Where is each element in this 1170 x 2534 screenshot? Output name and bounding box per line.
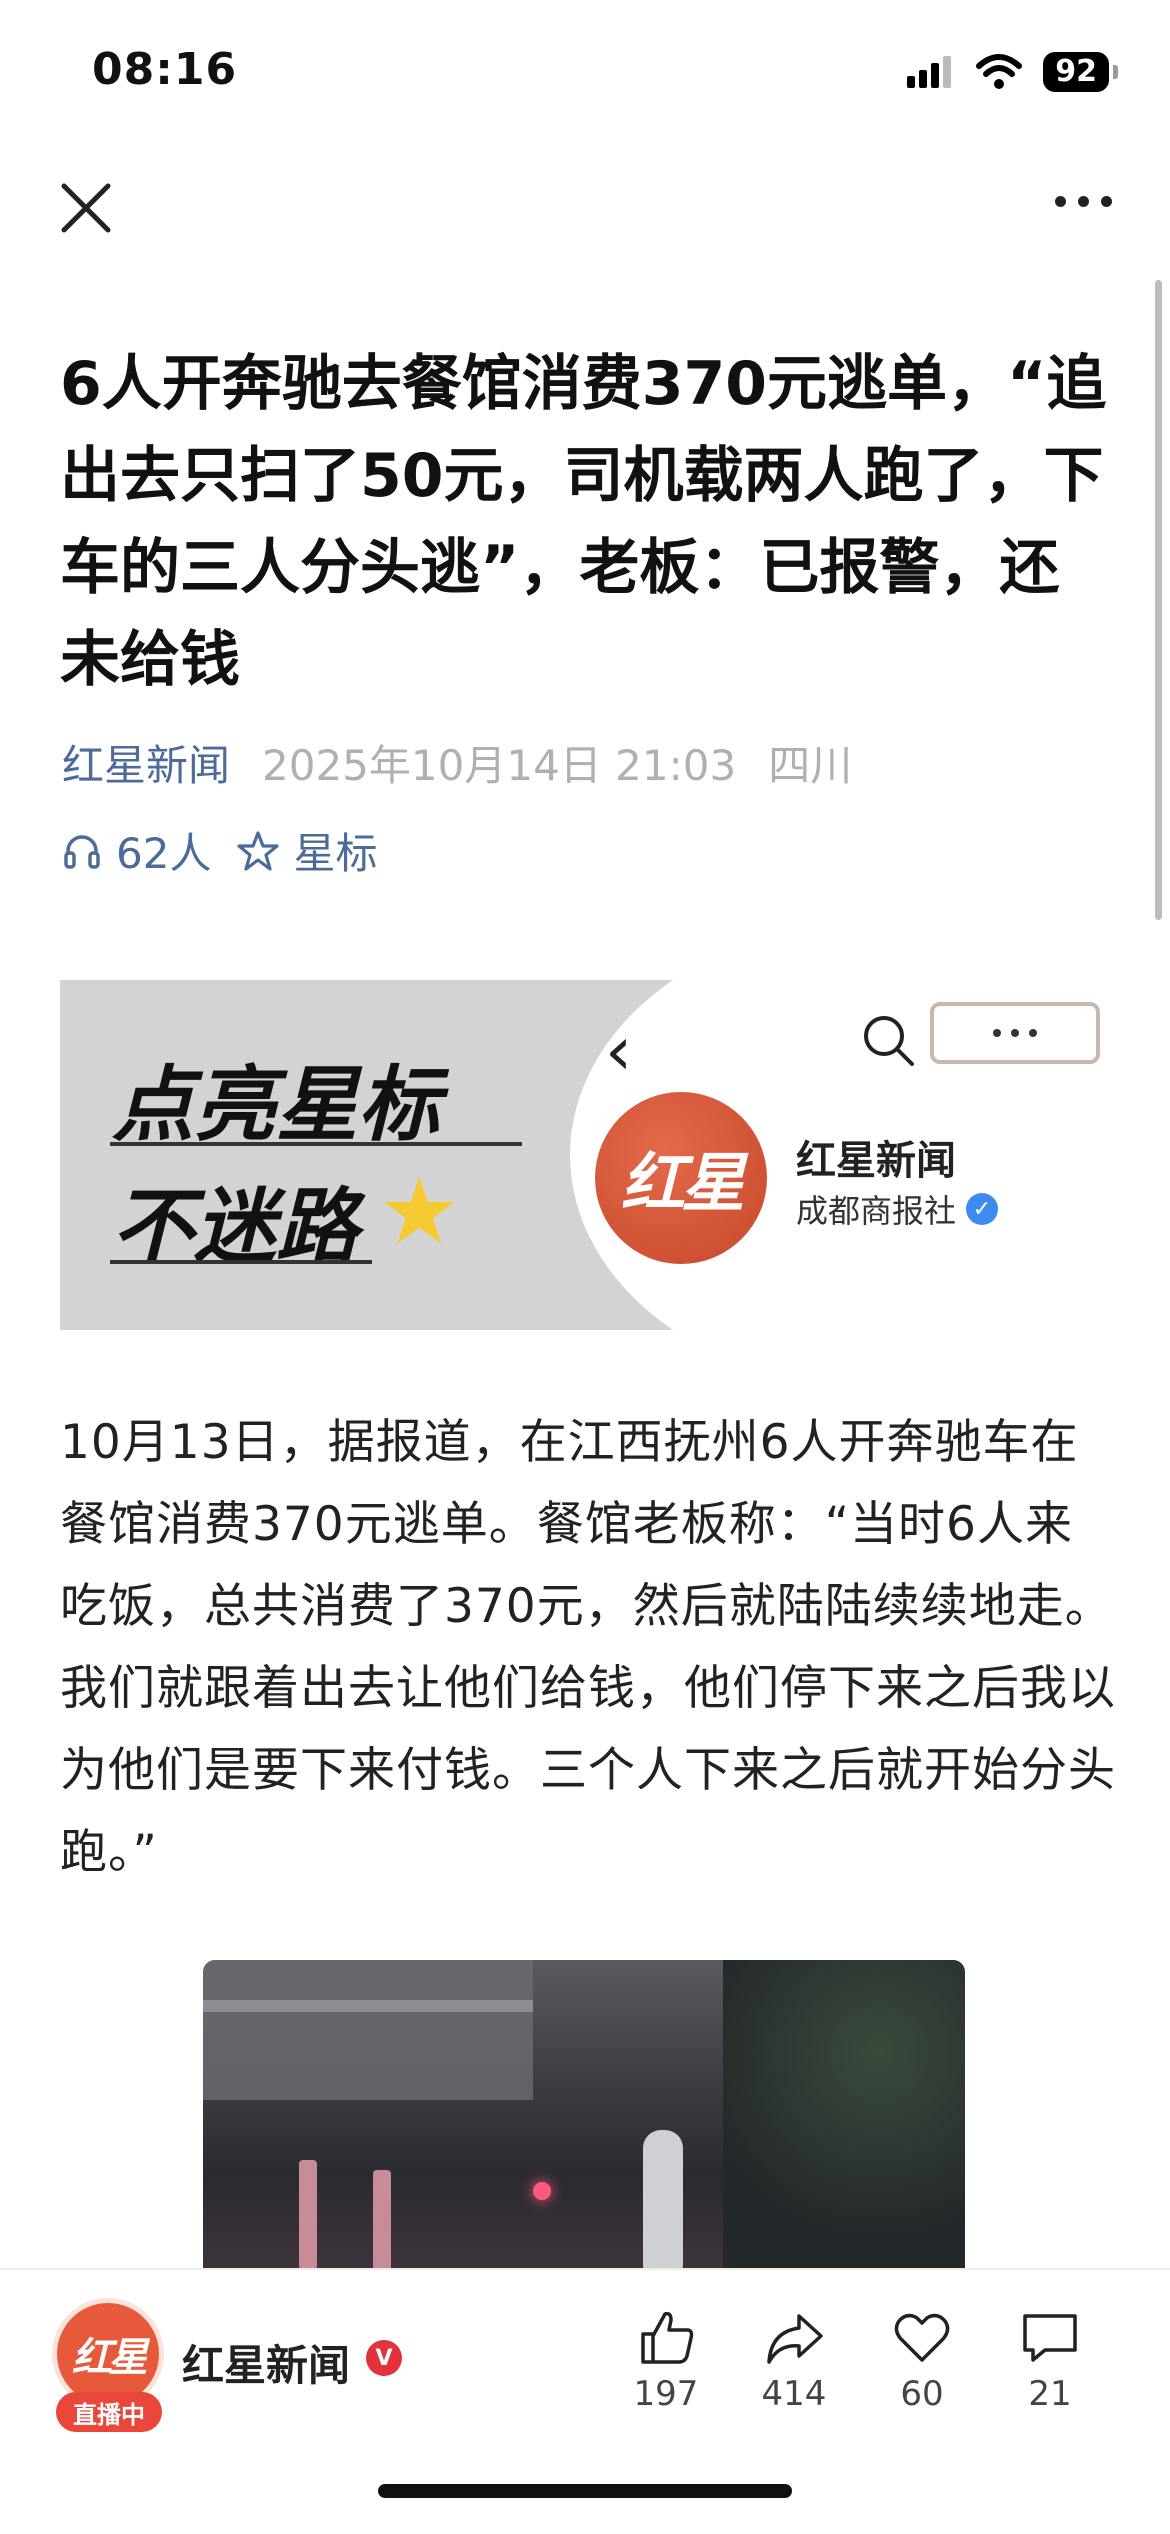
verified-check-icon: ✓ xyxy=(966,1193,999,1225)
brand-logo: 红星 xyxy=(595,1092,767,1264)
star-label: 星标 xyxy=(293,829,378,878)
status-icons: 92 xyxy=(907,52,1118,92)
article-video[interactable] xyxy=(203,1960,965,2270)
banner-org-text: 成都商报社 xyxy=(796,1192,957,1230)
slogan-underline-2 xyxy=(110,1260,372,1264)
headphones-icon xyxy=(64,834,100,869)
article-meta: 红星新闻 2025年10月14日 21:03 四川 xyxy=(62,732,852,793)
article-body: 10月13日，据报道，在江西抚州6人开奔驰车在餐馆消费370元逃单。餐馆老板称：… xyxy=(60,1415,1116,1880)
home-indicator[interactable] xyxy=(378,2484,792,2498)
live-badge[interactable]: 直播中 xyxy=(56,2392,162,2432)
article-actions: 62人 星标 xyxy=(62,820,377,881)
favorite-button[interactable]: 60 xyxy=(872,2306,972,2414)
comment-button[interactable]: 21 xyxy=(1000,2306,1100,2414)
comment-bubble-icon xyxy=(1023,2314,1077,2362)
video-frame-light xyxy=(533,2182,551,2200)
video-frame-post xyxy=(299,2160,317,2270)
slogan-line1: 点亮星标 xyxy=(112,1057,440,1153)
account-name[interactable]: 红星新闻 xyxy=(182,2332,350,2393)
cellular-signal-icon xyxy=(907,56,952,88)
status-time: 08:16 xyxy=(92,44,238,95)
star-button[interactable]: 星标 xyxy=(237,820,377,881)
slogan-underline-1 xyxy=(110,1142,522,1146)
share-arrow-icon xyxy=(767,2314,823,2364)
banner-account-name: 红星新闻 xyxy=(796,1138,956,1184)
comments-count: 21 xyxy=(1028,2374,1072,2414)
star-outline-icon xyxy=(237,830,280,871)
more-icon xyxy=(930,1002,1100,1064)
video-frame-post xyxy=(373,2170,391,2270)
search-icon xyxy=(864,1016,914,1066)
close-icon[interactable] xyxy=(58,180,114,236)
share-button[interactable]: 414 xyxy=(744,2306,844,2414)
favorites-count: 60 xyxy=(900,2374,944,2414)
likes-count: 197 xyxy=(633,2374,699,2414)
battery-tip xyxy=(1113,65,1118,79)
verified-badge: V xyxy=(366,2340,402,2376)
more-icon[interactable] xyxy=(1055,196,1112,207)
battery-level: 92 xyxy=(1043,52,1109,92)
shares-count: 414 xyxy=(761,2374,827,2414)
wifi-icon xyxy=(976,54,1023,89)
video-frame-ledge xyxy=(203,2000,533,2012)
thumbs-up-icon xyxy=(641,2311,694,2364)
like-button[interactable]: 197 xyxy=(616,2306,716,2414)
video-frame-person xyxy=(643,2130,683,2270)
listen-button[interactable]: 62人 xyxy=(62,820,211,881)
banner-account-org: 成都商报社 ✓ xyxy=(796,1186,999,1232)
scrollbar[interactable] xyxy=(1155,280,1162,920)
chevron-left-icon: ‹ xyxy=(605,1012,633,1091)
star-icon: ★ xyxy=(378,1158,461,1265)
video-frame-building xyxy=(203,1960,533,2100)
heart-icon xyxy=(894,2313,950,2362)
star-promo-banner[interactable]: 点亮星标 不迷路 ★ ‹ 红星 红星新闻 成都商报社 ✓ xyxy=(60,980,1110,1330)
listeners-count: 62人 xyxy=(116,829,212,878)
article-title: 6人开奔驰去餐馆消费370元逃单，“追出去只扫了50元，司机载两人跑了，下车的三… xyxy=(60,349,1107,695)
location: 四川 xyxy=(768,741,853,790)
publish-datetime: 2025年10月14日 21:03 xyxy=(262,741,737,790)
video-frame-tree xyxy=(723,1960,965,2270)
source-link[interactable]: 红星新闻 xyxy=(62,732,230,793)
